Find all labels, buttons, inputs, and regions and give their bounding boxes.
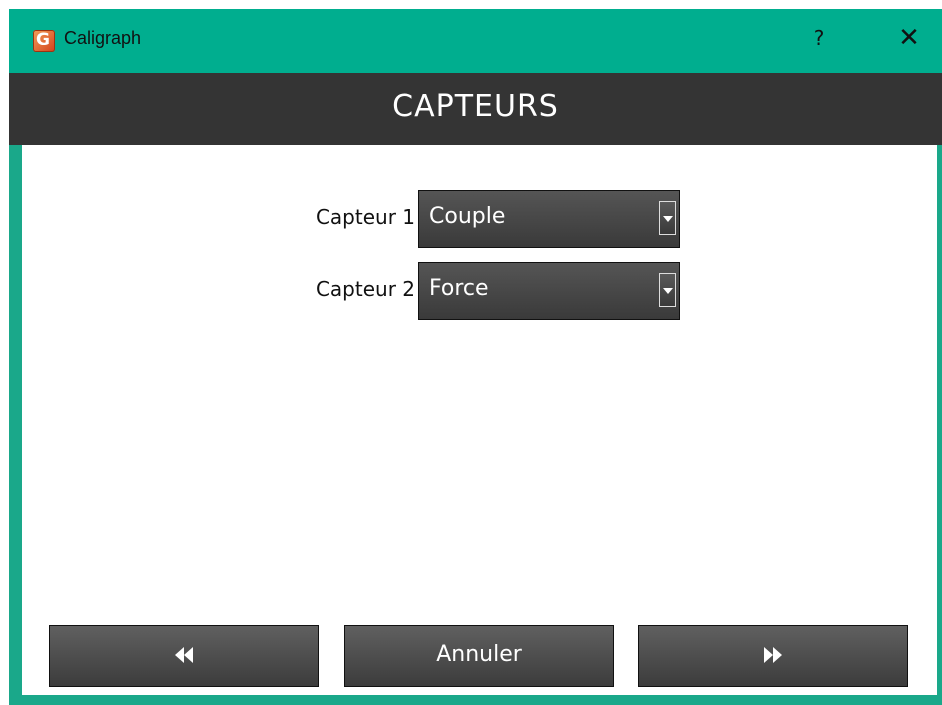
window-frame: Caligraph ? ✕ CAPTEURS Capteur 1 Couple …: [9, 9, 942, 705]
fast-forward-icon: [764, 647, 782, 663]
chevron-down-icon[interactable]: [659, 273, 676, 307]
sensor-1-select[interactable]: Couple: [418, 190, 680, 248]
page-header: CAPTEURS: [9, 73, 942, 145]
sensor-row-1: Capteur 1 Couple: [22, 190, 937, 248]
help-button[interactable]: ?: [809, 23, 829, 53]
close-button[interactable]: ✕: [895, 23, 923, 53]
back-button[interactable]: [49, 625, 319, 687]
sensor-1-label: Capteur 1: [315, 205, 415, 229]
caligraph-app-icon: [33, 30, 55, 52]
page-title: CAPTEURS: [392, 89, 559, 124]
sensor-2-label: Capteur 2: [315, 277, 415, 301]
title-bar: Caligraph ? ✕: [9, 9, 942, 73]
sensor-2-select[interactable]: Force: [418, 262, 680, 320]
sensor-1-value: Couple: [429, 204, 506, 229]
cancel-button[interactable]: Annuler: [344, 625, 614, 687]
next-button[interactable]: [638, 625, 908, 687]
chevron-down-icon[interactable]: [659, 201, 676, 235]
window-title: Caligraph: [64, 28, 142, 48]
cancel-button-label: Annuler: [436, 642, 522, 667]
sensor-2-value: Force: [429, 276, 489, 301]
rewind-icon: [175, 647, 193, 663]
sensor-row-2: Capteur 2 Force: [22, 262, 937, 320]
content-panel: Capteur 1 Couple Capteur 2 Force Annuler: [22, 145, 937, 695]
